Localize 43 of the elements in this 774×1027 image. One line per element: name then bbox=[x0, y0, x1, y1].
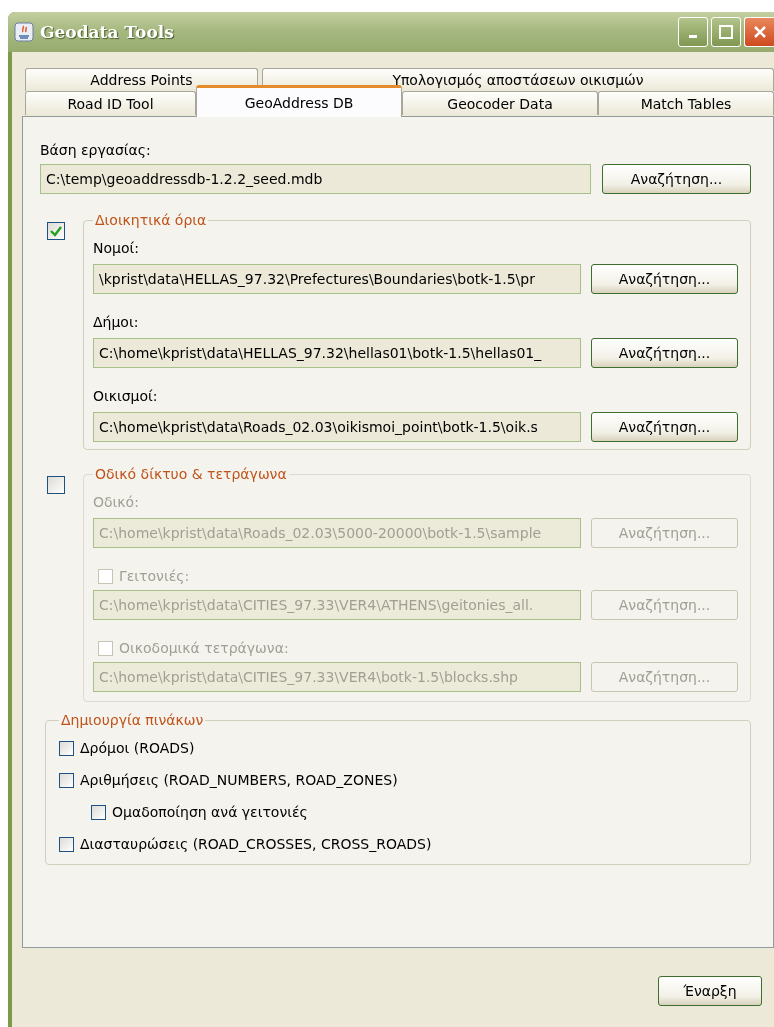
browse-button[interactable]: Αναζήτηση... bbox=[591, 412, 738, 442]
input-field[interactable]: C:\home\kprist\data\HELLAS_97.32\hellas01\botk-1.5\hellas01_ bbox=[93, 338, 581, 368]
field-label: Οικισμοί: bbox=[93, 388, 158, 404]
group-title: Διοικητικά όρια bbox=[94, 212, 208, 228]
tab[interactable]: Geocoder Data bbox=[402, 91, 598, 115]
start-button[interactable]: Έναρξη bbox=[658, 976, 762, 1006]
checkbox[interactable] bbox=[59, 740, 74, 756]
close-button[interactable] bbox=[744, 17, 774, 47]
field-label: Νομοί: bbox=[93, 240, 139, 256]
app-icon bbox=[14, 22, 34, 42]
browse-button[interactable]: Αναζήτηση... bbox=[591, 264, 738, 294]
checkbox-label: Διασταυρώσεις (ROAD_CROSSES, CROSS_ROADS) bbox=[80, 836, 432, 852]
input-field[interactable]: \kprist\data\HELLAS_97.32\Prefectures\Boundaries\botk-1.5\pr bbox=[93, 264, 581, 294]
tab[interactable]: GeoAddress DB bbox=[196, 85, 402, 117]
browse-button[interactable]: Αναζήτηση... bbox=[602, 164, 751, 194]
checkbox[interactable] bbox=[59, 772, 74, 788]
tab[interactable]: Address Points bbox=[25, 68, 258, 91]
maximize-icon bbox=[719, 25, 733, 39]
checkbox-label: Οικοδομικά τετράγωνα: bbox=[119, 640, 289, 656]
field-label: Δήμοι: bbox=[93, 314, 139, 330]
window-title: Geodata Tools bbox=[40, 22, 174, 42]
checkbox-label: Γειτονιές: bbox=[119, 568, 190, 584]
group-title: Δημιουργία πινάκων bbox=[60, 712, 205, 728]
checkbox-label: Αριθμήσεις (ROAD_NUMBERS, ROAD_ZONES) bbox=[80, 772, 398, 788]
minimize-icon bbox=[689, 35, 697, 38]
check-icon bbox=[50, 225, 62, 237]
checkbox[interactable] bbox=[91, 804, 106, 820]
tab[interactable]: Road ID Tool bbox=[25, 91, 196, 115]
input-field[interactable]: C:\temp\geoaddressdb-1.2.2_seed.mdb bbox=[40, 164, 591, 194]
field-label: Βάση εργασίας: bbox=[40, 142, 151, 158]
checkbox-label: Ομαδοποίηση ανά γειτονιές bbox=[112, 804, 308, 820]
input-field[interactable]: C:\home\kprist\data\Roads_02.03\oikismoi_point\botk-1.5\oik.s bbox=[93, 412, 581, 442]
checkbox-label: Δρόμοι (ROADS) bbox=[80, 740, 195, 756]
group-title: Οδικό δίκτυο & τετράγωνα bbox=[94, 466, 288, 482]
tab[interactable]: Υπολογισμός αποστάσεων οικισμών bbox=[262, 68, 774, 91]
maximize-button[interactable] bbox=[711, 17, 741, 47]
checkbox[interactable] bbox=[59, 836, 74, 852]
checkbox[interactable] bbox=[47, 222, 65, 240]
close-icon bbox=[752, 25, 767, 39]
tab[interactable]: Match Tables bbox=[598, 91, 774, 115]
minimize-button[interactable] bbox=[678, 17, 708, 47]
browse-button[interactable]: Αναζήτηση... bbox=[591, 338, 738, 368]
field-label: Οδικό: bbox=[93, 494, 139, 510]
